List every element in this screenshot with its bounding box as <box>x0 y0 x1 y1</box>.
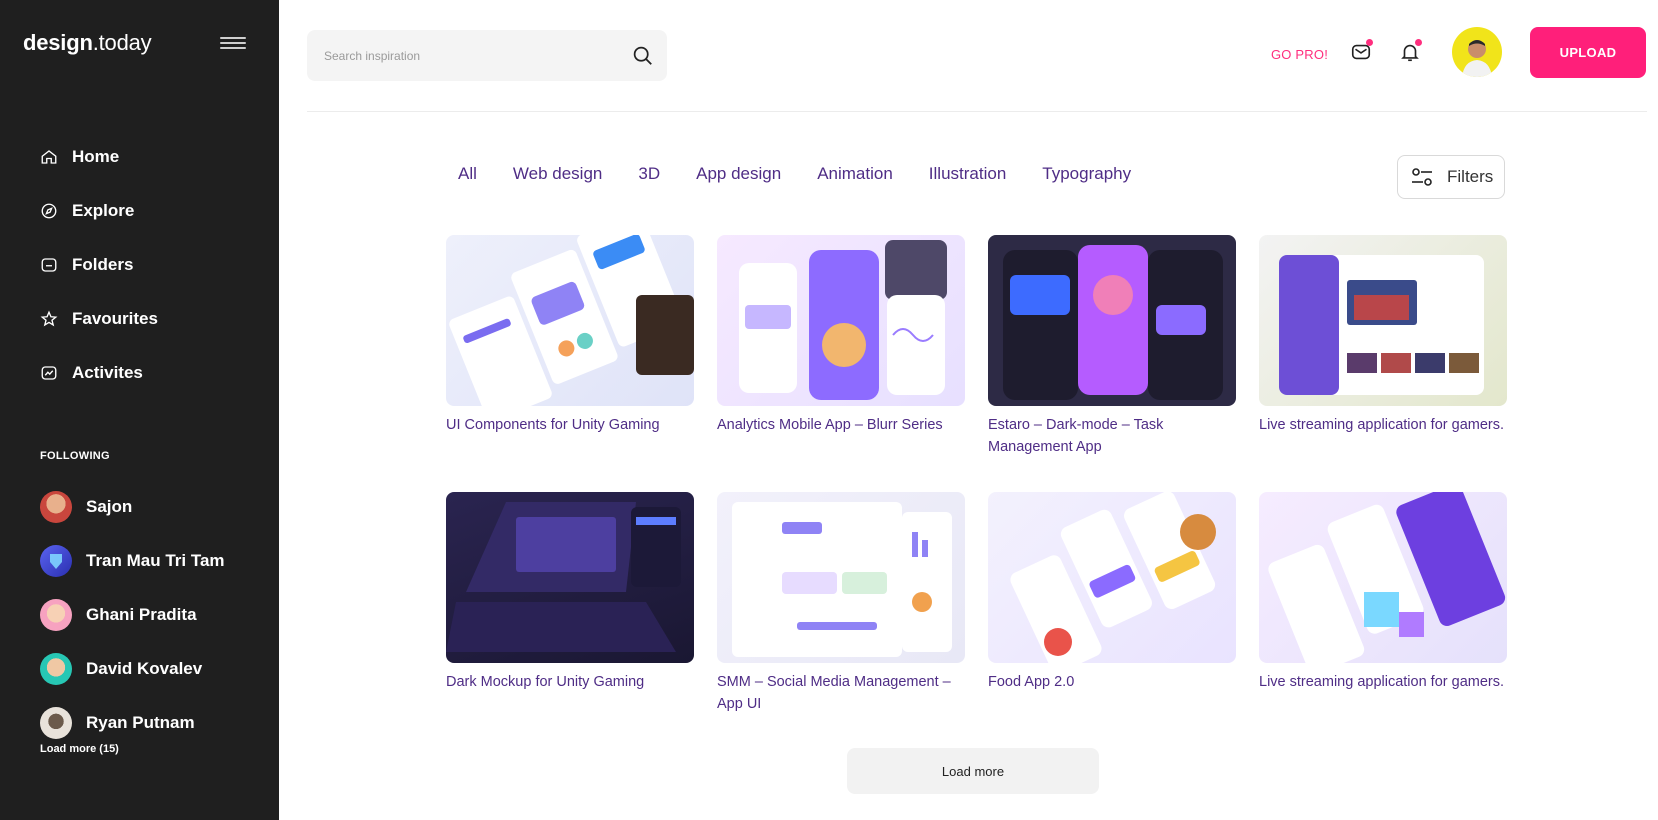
shot-title[interactable]: Live streaming application for gamers. <box>1259 671 1507 693</box>
app-root: design.today Home Explore Folders Favour… <box>0 0 1658 820</box>
following-name: Ryan Putnam <box>86 713 195 732</box>
following-title: FOLLOWING <box>40 450 110 462</box>
filters-label: Filters <box>1447 167 1494 186</box>
sidebar-item-label: Home <box>72 147 120 166</box>
sidebar-item-favourites[interactable]: Favourites <box>40 292 158 346</box>
following-list: Sajon Tran Mau Tri Tam Ghani Pradita Dav… <box>40 480 225 750</box>
header-divider <box>307 111 1647 112</box>
shot-thumbnail <box>988 235 1236 406</box>
shot-card[interactable]: Dark Mockup for Unity Gaming <box>446 492 694 693</box>
folder-icon <box>41 258 57 272</box>
shot-title[interactable]: Dark Mockup for Unity Gaming <box>446 671 694 693</box>
home-icon <box>41 150 57 164</box>
logo-bold: design <box>23 30 93 55</box>
avatar <box>40 545 72 577</box>
tab-animation[interactable]: Animation <box>817 164 893 184</box>
sidebar-item-folders[interactable]: Folders <box>40 238 158 292</box>
sidebar-nav: Home Explore Folders Favourites Activite… <box>40 130 158 400</box>
logo-rest: .today <box>92 30 152 55</box>
shot-thumbnail <box>717 492 965 663</box>
tab-web-design[interactable]: Web design <box>513 164 602 184</box>
star-icon <box>40 310 58 327</box>
notification-dot <box>1366 39 1373 46</box>
category-tabs: All Web design 3D App design Animation I… <box>458 164 1167 184</box>
shot-card[interactable]: Analytics Mobile App – Blurr Series <box>717 235 965 436</box>
sidebar-item-label: Favourites <box>72 309 158 328</box>
following-name: Tran Mau Tri Tam <box>86 551 225 570</box>
tab-3d[interactable]: 3D <box>638 164 660 184</box>
tab-all[interactable]: All <box>458 164 477 184</box>
search-bar <box>307 30 667 81</box>
shot-title[interactable]: Food App 2.0 <box>988 671 1236 693</box>
shot-thumbnail <box>1259 235 1507 406</box>
following-item-tran-mau-tri-tam[interactable]: Tran Mau Tri Tam <box>40 534 225 588</box>
load-more-following-link[interactable]: Load more (15) <box>40 743 119 755</box>
filters-button[interactable]: Filters <box>1397 155 1505 199</box>
tab-app-design[interactable]: App design <box>696 164 781 184</box>
shot-card[interactable]: Food App 2.0 <box>988 492 1236 693</box>
sidebar-item-label: Activites <box>72 363 143 382</box>
following-name: David Kovalev <box>86 659 203 678</box>
notifications-button[interactable] <box>1399 39 1422 63</box>
shot-card[interactable]: Estaro – Dark-mode – Task Management App <box>988 235 1236 458</box>
tab-typography[interactable]: Typography <box>1042 164 1131 184</box>
search-icon[interactable] <box>632 45 653 66</box>
shot-card[interactable]: SMM – Social Media Management – App UI <box>717 492 965 715</box>
sliders-icon <box>1412 168 1432 186</box>
avatar <box>40 707 72 739</box>
following-item-sajon[interactable]: Sajon <box>40 480 225 534</box>
tab-illustration[interactable]: Illustration <box>929 164 1006 184</box>
activity-icon <box>41 366 57 380</box>
shot-thumbnail <box>446 492 694 663</box>
user-avatar[interactable] <box>1452 27 1502 77</box>
shot-title[interactable]: Analytics Mobile App – Blurr Series <box>717 414 965 436</box>
compass-icon <box>41 203 57 219</box>
sidebar-item-explore[interactable]: Explore <box>40 184 158 238</box>
hamburger-menu-icon[interactable] <box>220 37 246 51</box>
avatar <box>40 599 72 631</box>
shot-thumbnail <box>1259 492 1507 663</box>
shot-card[interactable]: Live streaming application for gamers. <box>1259 492 1507 693</box>
load-more-button[interactable]: Load more <box>847 748 1099 794</box>
notification-dot <box>1415 39 1422 46</box>
logo[interactable]: design.today <box>23 30 152 56</box>
following-name: Sajon <box>86 497 133 516</box>
following-item-ghani-pradita[interactable]: Ghani Pradita <box>40 588 225 642</box>
shot-card[interactable]: Live streaming application for gamers. <box>1259 235 1507 436</box>
sidebar-item-label: Folders <box>72 255 134 274</box>
shot-card[interactable]: UI Components for Unity Gaming <box>446 235 694 436</box>
following-item-david-kovalev[interactable]: David Kovalev <box>40 642 225 696</box>
shot-title[interactable]: SMM – Social Media Management – App UI <box>717 671 965 715</box>
shot-thumbnail <box>446 235 694 406</box>
avatar <box>40 491 72 523</box>
shot-thumbnail <box>717 235 965 406</box>
shot-title[interactable]: Estaro – Dark-mode – Task Management App <box>988 414 1236 458</box>
shot-thumbnail <box>988 492 1236 663</box>
following-item-ryan-putnam[interactable]: Ryan Putnam <box>40 696 225 750</box>
messages-button[interactable] <box>1350 39 1373 63</box>
sidebar-item-label: Explore <box>72 201 135 220</box>
sidebar-item-home[interactable]: Home <box>40 130 158 184</box>
go-pro-link[interactable]: GO PRO! <box>1271 47 1328 62</box>
search-input[interactable] <box>324 30 614 81</box>
sidebar-item-activites[interactable]: Activites <box>40 346 158 400</box>
shot-title[interactable]: UI Components for Unity Gaming <box>446 414 694 436</box>
following-name: Ghani Pradita <box>86 605 197 624</box>
upload-button[interactable]: UPLOAD <box>1530 27 1646 78</box>
sidebar: design.today Home Explore Folders Favour… <box>0 0 279 820</box>
shot-title[interactable]: Live streaming application for gamers. <box>1259 414 1507 436</box>
avatar <box>40 653 72 685</box>
